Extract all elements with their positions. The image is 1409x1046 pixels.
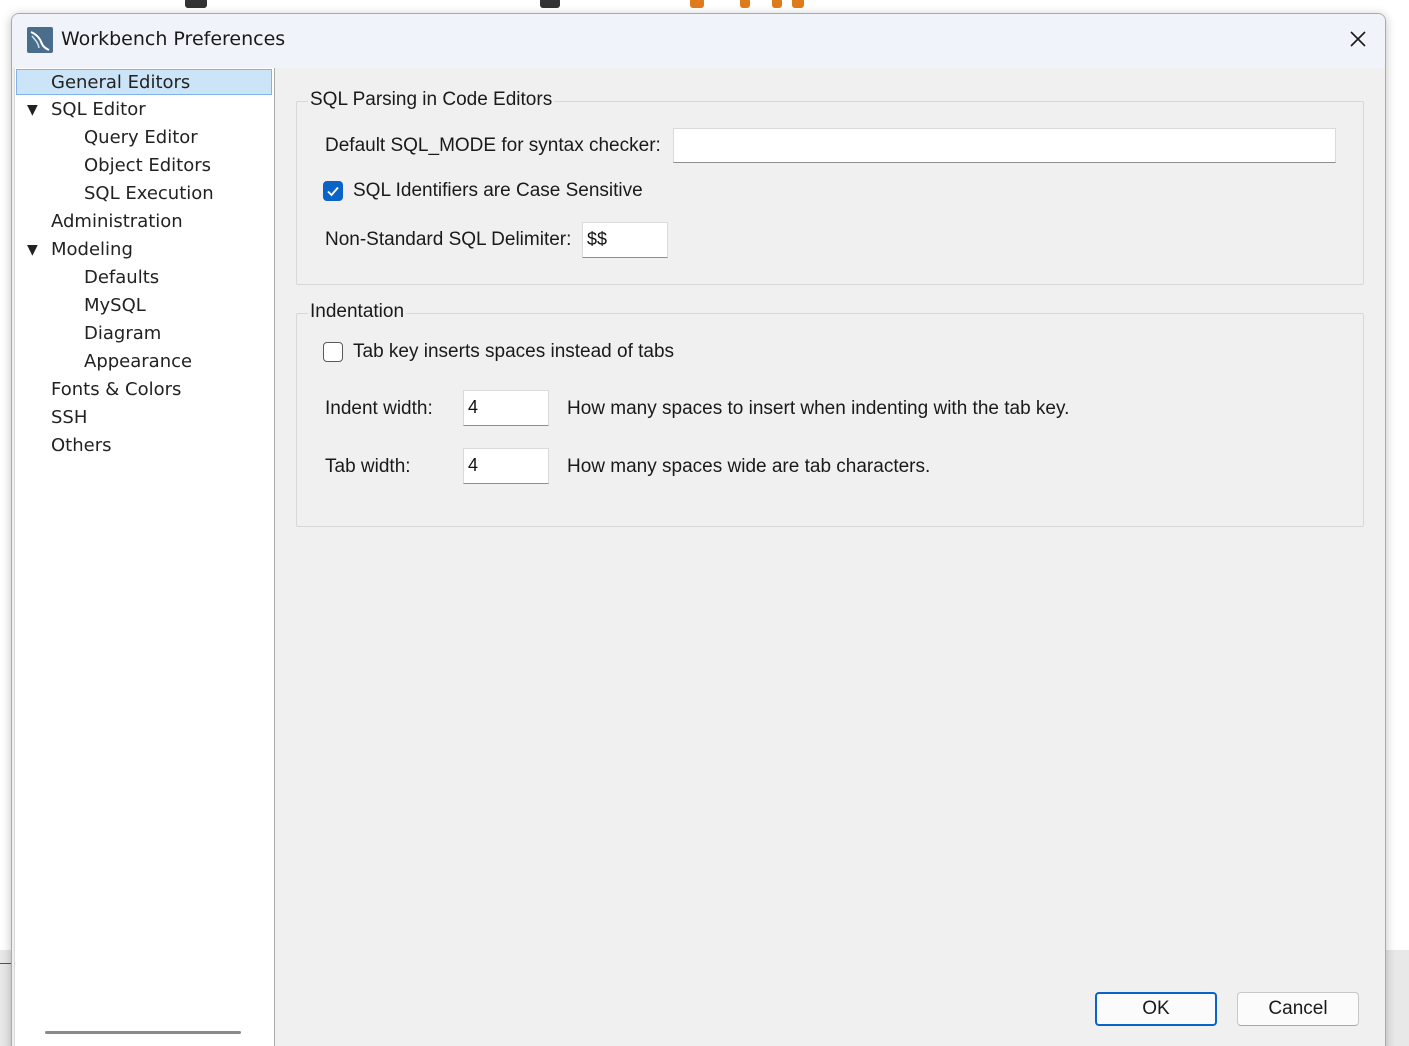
tree-item-label: Query Editor [84,127,198,148]
preferences-tree: General Editors ▼ SQL Editor Query Edito… [14,68,275,1046]
background-fragment [185,0,207,8]
tree-item-appearance[interactable]: Appearance [84,349,192,375]
indentation-group-title: Indentation [308,301,407,323]
delimiter-input[interactable]: $$ [582,222,668,258]
title-bar: Workbench Preferences [12,14,1385,68]
expand-arrow-icon[interactable]: ▼ [27,97,38,123]
tree-item-label: Object Editors [84,155,211,176]
tree-item-others[interactable]: Others [51,433,112,459]
tab-width-input[interactable]: 4 [463,448,549,484]
tree-item-label: Appearance [84,351,193,372]
cancel-button[interactable]: Cancel [1237,992,1359,1026]
tree-item-label: SSH [51,407,88,428]
preferences-dialog: Workbench Preferences General Editors ▼ … [11,13,1386,1046]
indent-width-help: How many spaces to insert when indenting… [567,398,1070,419]
tree-item-fonts-colors[interactable]: Fonts & Colors [51,377,181,403]
tree-item-modeling[interactable]: Modeling [51,237,133,263]
tree-item-label: SQL Editor [51,99,146,120]
sql-parsing-group-title: SQL Parsing in Code Editors [308,89,555,111]
tree-item-label: General Editors [51,72,191,93]
checkmark-icon [327,186,339,197]
case-sensitive-label[interactable]: SQL Identifiers are Case Sensitive [353,180,643,202]
horizontal-scrollbar[interactable] [45,1031,241,1034]
tree-item-query-editor[interactable]: Query Editor [84,125,198,151]
background-fragment [540,0,560,8]
tree-item-diagram[interactable]: Diagram [84,321,161,347]
background-app-panel [1383,950,1409,1046]
tree-item-label: Fonts & Colors [51,379,182,400]
sql-mode-input[interactable] [673,128,1336,163]
background-fragment [772,0,782,8]
mysql-workbench-icon [26,26,54,54]
tree-item-general-editors[interactable]: General Editors [16,69,272,95]
case-sensitive-checkbox[interactable] [323,181,343,201]
tree-item-ssh[interactable]: SSH [51,405,87,431]
ok-button[interactable]: OK [1095,992,1217,1026]
background-fragment [690,0,704,8]
tree-item-mysql[interactable]: MySQL [84,293,146,319]
background-app-strip [0,0,1409,14]
tree-item-object-editors[interactable]: Object Editors [84,153,211,179]
expand-arrow-icon[interactable]: ▼ [27,237,38,263]
window-title: Workbench Preferences [61,28,286,50]
tree-item-label: Others [51,435,112,456]
tree-item-sql-editor[interactable]: SQL Editor [51,97,146,123]
tree-item-label: Defaults [84,267,160,288]
delimiter-label: Non-Standard SQL Delimiter: [325,229,572,250]
tab-width-label: Tab width: [325,456,411,477]
tab-spaces-checkbox[interactable] [323,342,343,362]
background-fragment [740,0,750,8]
close-button[interactable] [1343,26,1373,56]
tree-item-administration[interactable]: Administration [51,209,183,235]
indent-width-label: Indent width: [325,398,433,419]
tree-item-label: Diagram [84,323,162,344]
tree-item-label: MySQL [84,295,146,316]
tab-spaces-label[interactable]: Tab key inserts spaces instead of tabs [353,341,674,363]
tree-item-label: Modeling [51,239,133,260]
background-fragment [792,0,804,8]
sql-mode-label: Default SQL_MODE for syntax checker: [325,135,661,156]
indent-width-input[interactable]: 4 [463,390,549,426]
tree-item-label: SQL Execution [84,183,214,204]
tree-item-label: Administration [51,211,183,232]
tree-item-defaults[interactable]: Defaults [84,265,159,291]
tree-item-sql-execution[interactable]: SQL Execution [84,181,214,207]
tab-width-help: How many spaces wide are tab characters. [567,456,931,477]
close-icon [1349,30,1367,52]
